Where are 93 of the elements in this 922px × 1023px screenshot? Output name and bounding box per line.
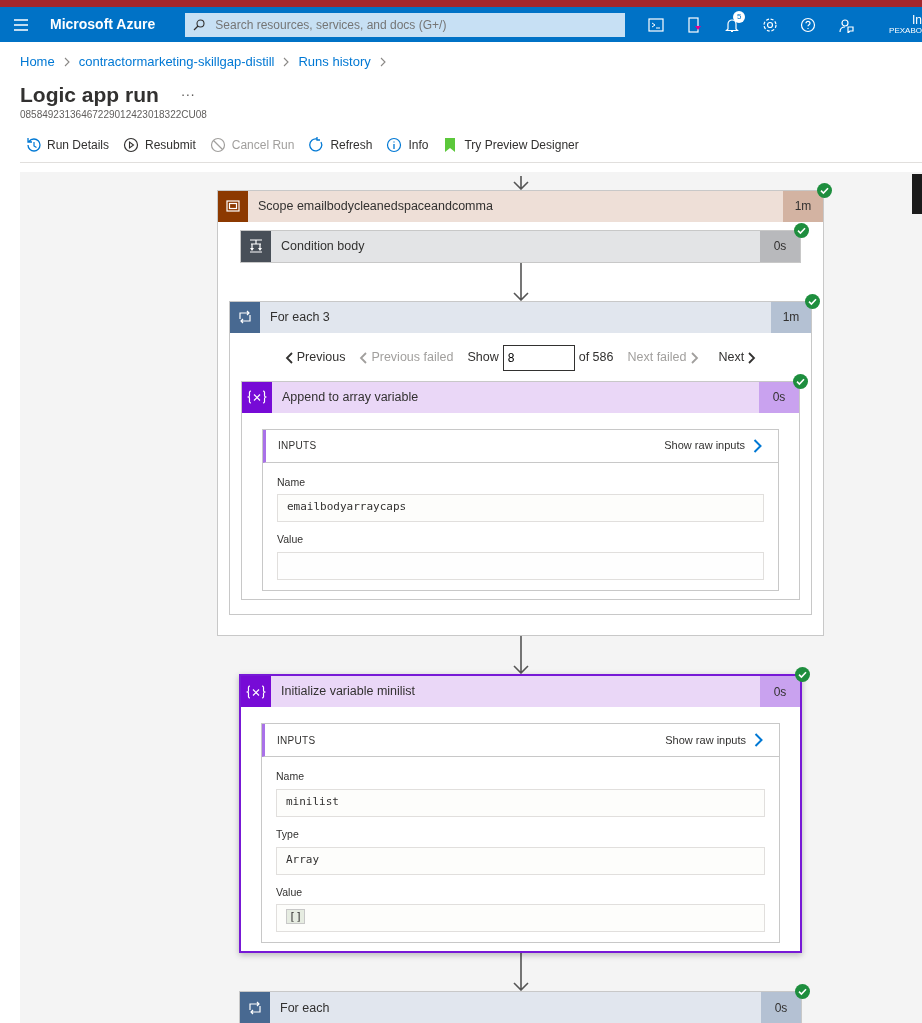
feedback-button[interactable] (838, 16, 855, 33)
pager-button[interactable]: Previous (284, 348, 346, 368)
chevron-icon (754, 733, 763, 748)
brand-title[interactable]: Microsoft Azure (50, 14, 156, 35)
condition-icon (248, 238, 264, 255)
value-field: minilist (276, 788, 765, 817)
toolbar-button[interactable]: Info (381, 135, 434, 154)
variable-icon (245, 683, 267, 700)
action-container[interactable] (217, 189, 824, 637)
cloud-shell-button[interactable] (648, 16, 665, 33)
field-label: Name (276, 769, 305, 785)
arrow-connector (512, 262, 529, 301)
account-name[interactable]: In (889, 13, 922, 27)
chevron-icon (62, 56, 71, 67)
notifications-button[interactable] (724, 16, 741, 33)
arrow-connector (512, 953, 529, 992)
action-card[interactable]: Initialize variable minilist 0s INPUTS Show raw inputs Name minilist Type Array Value [] (239, 674, 802, 954)
scope-icon (225, 198, 241, 215)
notification-count: 5 (733, 10, 746, 23)
duration-label: 1m (783, 190, 823, 222)
show-raw-inputs-link[interactable]: Show raw inputs (665, 731, 763, 749)
action-container[interactable]: For each 3 1m Previous Previous failed Show 8 of 586 Next failed Next Append to array variable 0s INPUTS Show raw inputs Name emailbodyarraycaps Value (229, 300, 812, 616)
help-icon (800, 16, 817, 33)
value-field: emailbodyarraycaps (277, 494, 764, 523)
settings-icon (762, 16, 779, 33)
chevron-icon (282, 56, 291, 67)
breadcrumb-link[interactable]: Runs history (298, 52, 371, 72)
field-label: Name (277, 474, 306, 490)
chevron-icon (359, 351, 368, 364)
duration-label: 0s (760, 230, 800, 262)
cancel-icon (209, 136, 226, 153)
variable-icon (246, 389, 268, 406)
chevron-icon (753, 438, 762, 453)
show-label: Show (467, 349, 499, 367)
value-token: [] (286, 909, 306, 925)
duration-label: 0s (759, 381, 799, 413)
toolbar-button[interactable]: Run Details (20, 135, 115, 154)
chevron-icon (284, 351, 293, 364)
arrow-connector (512, 175, 529, 190)
action-container[interactable]: For each 0s (239, 991, 802, 1023)
search-field[interactable]: Search resources, services, and docs (G+/) (185, 12, 626, 37)
panel-edge (912, 173, 922, 214)
directory-filter-button[interactable] (686, 16, 703, 33)
field-label: Value (277, 532, 305, 548)
inputs-heading: INPUTS (277, 733, 316, 748)
search-input[interactable]: Search resources, services, and docs (G+/) (213, 14, 618, 35)
page-title: Logic app run (20, 81, 159, 107)
duration-label: 0s (760, 676, 800, 708)
duration-label: 0s (761, 992, 801, 1023)
action-title: Condition body (271, 230, 760, 262)
breadcrumb-link[interactable]: Home (20, 52, 55, 72)
toolbar-button[interactable]: Refresh (303, 135, 378, 154)
value-field: Array (276, 846, 765, 875)
account-directory: PEXABO (889, 26, 922, 36)
field-label: Type (276, 826, 300, 842)
toolbar-button[interactable]: Resubmit (118, 135, 201, 154)
notifications-icon (724, 16, 741, 33)
chevron-icon (378, 56, 387, 67)
loop-icon (247, 999, 263, 1016)
chevron-icon (748, 351, 757, 364)
show-raw-inputs-link[interactable]: Show raw inputs (664, 437, 762, 454)
settings-button[interactable] (762, 16, 779, 33)
action-card[interactable]: Append to array variable 0s INPUTS Show raw inputs Name emailbodyarraycaps Value (241, 380, 800, 601)
menu-button[interactable] (14, 18, 28, 31)
run-id: 08584923136467229012423018322CU08 (20, 107, 208, 122)
iteration-count: of 586 (578, 349, 614, 367)
action-title: For each (270, 992, 761, 1023)
action-title: Append to array variable (272, 381, 759, 413)
toolbar-button[interactable]: Try Preview Designer (437, 135, 584, 154)
more-button[interactable]: ··· (180, 83, 195, 105)
action-card[interactable]: Condition body 0s (240, 229, 801, 263)
help-button[interactable] (800, 16, 817, 33)
action-title: Initialize variable minilist (271, 676, 760, 708)
loop-icon (237, 309, 253, 326)
cloud-shell-icon (648, 16, 665, 33)
action-title: Scope emailbodycleanedspaceandcomma (248, 190, 783, 222)
menu-icon (14, 18, 28, 31)
pager-button[interactable]: Next (718, 348, 757, 368)
search-icon (193, 18, 206, 31)
duration-label: 1m (771, 301, 811, 333)
directory-filter-icon (686, 16, 703, 33)
inputs-heading: INPUTS (278, 439, 317, 454)
info-icon (386, 136, 403, 153)
feedback-icon (838, 16, 855, 33)
play-circle-icon (123, 136, 140, 153)
arrow-connector (512, 636, 529, 675)
chevron-icon (690, 351, 699, 364)
iteration-field[interactable]: 8 (502, 344, 575, 371)
history-icon (25, 136, 41, 153)
breadcrumb-link[interactable]: contractormarketing-skillgap-distill (78, 52, 275, 72)
refresh-icon (308, 136, 325, 153)
field-label: Value (276, 884, 304, 900)
action-title: For each 3 (260, 301, 771, 333)
